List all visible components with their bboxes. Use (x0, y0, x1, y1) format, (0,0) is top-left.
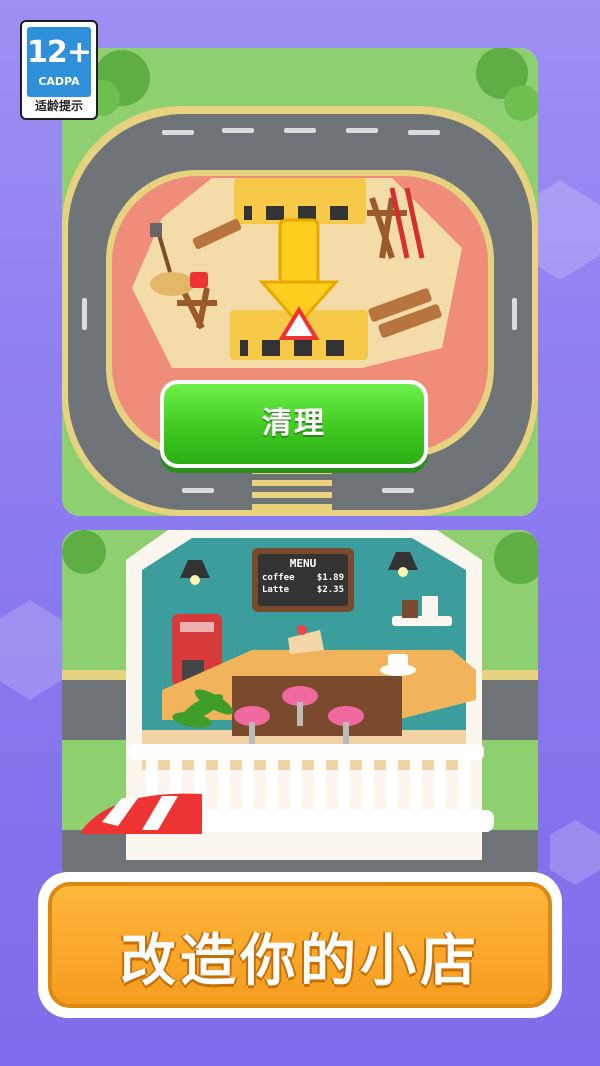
menu-title: MENU (289, 557, 317, 570)
clean-button[interactable]: 清理 (160, 380, 428, 468)
cafe-scene: MENU coffee $1.89 Latte $2.35 (62, 530, 538, 886)
slogan-inner: 改造你的小店 (48, 882, 552, 1008)
menu-item-name: coffee (262, 573, 295, 583)
age-rating-hint: 适龄提示 (34, 99, 83, 113)
age-rating-number: 12+ (27, 35, 92, 70)
age-rating-org: CADPA (38, 75, 80, 88)
slogan-text: 改造你的小店 (120, 929, 480, 994)
age-rating-top: 12+ CADPA (27, 27, 92, 97)
menu-board: MENU coffee $1.89 Latte $2.35 (258, 554, 348, 606)
age-rating-badge: 12+ CADPA 适龄提示 (20, 20, 98, 120)
menu-item-price: $2.35 (316, 585, 344, 595)
menu-item-name: Latte (262, 585, 290, 595)
slogan-banner: 改造你的小店 (38, 872, 562, 1018)
menu-item-price: $1.89 (316, 573, 344, 583)
